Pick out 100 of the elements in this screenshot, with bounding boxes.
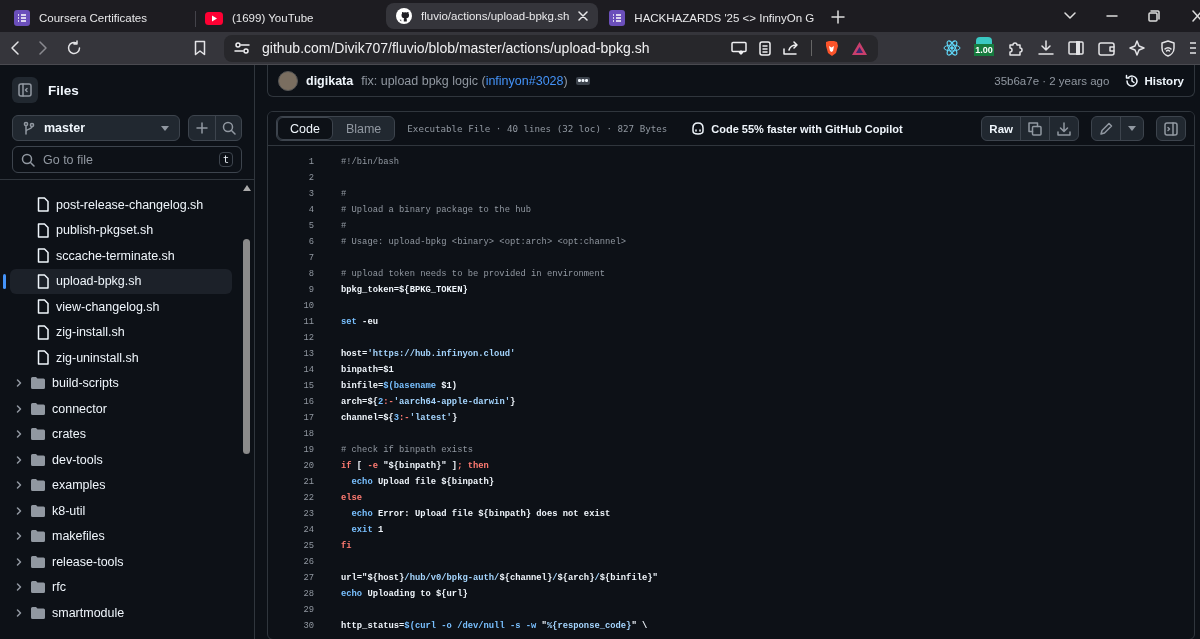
copilot-link[interactable]: Code 55% faster with GitHub Copilot [691,122,903,135]
file-item[interactable]: zig-uninstall.sh [10,345,232,371]
line-number: 12 [302,333,314,343]
plus-icon [196,122,208,134]
caret-icon [161,125,169,131]
search-input[interactable]: Go to file [43,152,211,167]
line-number: 15 [302,381,314,391]
download-icon [1057,121,1071,136]
scroll-up-icon[interactable] [243,185,251,191]
close-icon[interactable] [578,11,589,21]
chevron-right-icon [14,607,24,618]
wallet-icon[interactable] [1098,40,1115,56]
code-line: http_status=$(curl -o /dev/null -s -w "%{response_code}" \ [341,621,648,631]
branch-selector[interactable]: master [12,115,180,141]
search-field[interactable]: Go to file t [12,146,242,173]
line-number: 10 [302,301,314,311]
chevron-right-icon [14,531,24,542]
chevron-right-icon [14,556,24,567]
sidebar-title: Files [48,82,79,98]
line-number: 20 [302,461,314,471]
ellipsis-button[interactable] [575,76,590,85]
file-icon [37,222,49,238]
code-line: # Usage: upload-bpkg <binary> <opt:arch> <opt:channel> [341,237,627,247]
line-number: 19 [302,445,314,455]
folder-icon [31,530,45,543]
back-icon[interactable] [10,40,20,56]
line-number: 27 [302,573,314,583]
folder-item[interactable]: makefiles [10,523,232,549]
list-icon [14,10,30,26]
history-button[interactable]: History [1117,73,1184,88]
issue-link[interactable]: infinyon#3028 [485,73,564,88]
folder-item[interactable]: k8-util [10,498,232,524]
chevron-right-icon [14,378,24,389]
puzzle-icon[interactable] [1007,39,1024,57]
sidebar-toggle-button[interactable] [12,77,38,103]
shield-icon[interactable] [1160,39,1176,57]
browser-tab[interactable]: Coursera Certificates [4,4,194,32]
file-item[interactable]: view-changelog.sh [10,294,232,320]
list-icon [609,10,626,26]
view-tab[interactable]: Code [277,117,333,140]
folder-item[interactable]: examples [10,472,232,498]
close-icon[interactable] [1190,10,1200,22]
chevron-right-icon [14,403,24,414]
folder-item[interactable]: connector [10,396,232,422]
play-icon [205,11,223,25]
folder-icon [31,377,45,390]
forward-icon[interactable] [38,40,48,56]
code-line: # upload token needs to be provided in environment [341,269,605,279]
line-number: 26 [302,557,314,567]
bookmark-icon[interactable] [194,40,206,56]
code-line: set -eu [341,317,378,327]
search-icon [21,152,35,167]
code-line: fi [341,541,352,551]
code-line: channel=${3:-'latest'} [341,413,458,423]
file-item[interactable]: zig-install.sh [10,319,232,345]
minimize-icon[interactable] [1106,15,1118,17]
download-icon[interactable] [1038,40,1054,56]
install-app-icon[interactable] [731,41,747,55]
browser-tab[interactable]: (1699) YouTube [195,4,385,32]
line-number: 28 [302,589,314,599]
file-icon [37,350,49,366]
browser-tab[interactable]: HACKHAZARDS '25 <> InfinyOn G [599,4,825,32]
address-bar[interactable]: github.com/Divik707/fluvio/blob/master/actions/upload-bpkg.sh [224,34,878,62]
code-line: # Upload a binary package to the hub [341,205,532,215]
scrollbar-thumb[interactable] [243,239,250,454]
sidebar-icon[interactable] [1068,41,1084,55]
shortcut-key: t [218,152,233,167]
folder-item[interactable]: crates [10,421,232,447]
restore-icon[interactable] [1148,10,1160,22]
lion-shield-icon[interactable] [824,39,839,57]
file-item[interactable]: post-release-changelog.sh [10,192,232,218]
folder-item[interactable]: rfc [10,574,232,600]
browser-tab[interactable]: fluvio/actions/upload-bpkg.sh [386,3,599,29]
view-tab[interactable]: Blame [332,117,395,140]
file-item[interactable]: publish-pkgset.sh [10,217,232,243]
avatar[interactable] [278,70,298,91]
atom-icon[interactable] [943,39,961,57]
reader-icon[interactable] [759,40,771,56]
line-number: 7 [307,253,314,263]
menu-icon[interactable] [1190,41,1196,55]
reload-icon[interactable] [66,40,82,56]
commit-author[interactable]: digikata [306,73,354,88]
tune-icon[interactable] [234,41,250,55]
chevron-down-icon[interactable] [1064,12,1076,20]
caret-icon [1128,126,1136,131]
code-line: echo Uploading to ${url} [341,589,468,599]
code-line: # [341,189,347,199]
plus-icon[interactable] [831,10,846,24]
panel-icon [18,83,32,97]
sparkle-icon[interactable] [1129,39,1146,57]
share-icon[interactable] [783,40,799,56]
folder-item[interactable]: smartmodule [10,600,232,626]
file-icon [37,197,49,213]
file-item[interactable]: sccache-terminate.sh [10,243,232,269]
folder-item[interactable]: dev-tools [10,447,232,473]
code-line: binfile=$(basename $1) [341,381,458,391]
line-number: 22 [302,493,314,503]
triangle-icon[interactable] [851,40,868,56]
folder-item[interactable]: release-tools [10,549,232,575]
folder-item[interactable]: build-scripts [10,370,232,396]
